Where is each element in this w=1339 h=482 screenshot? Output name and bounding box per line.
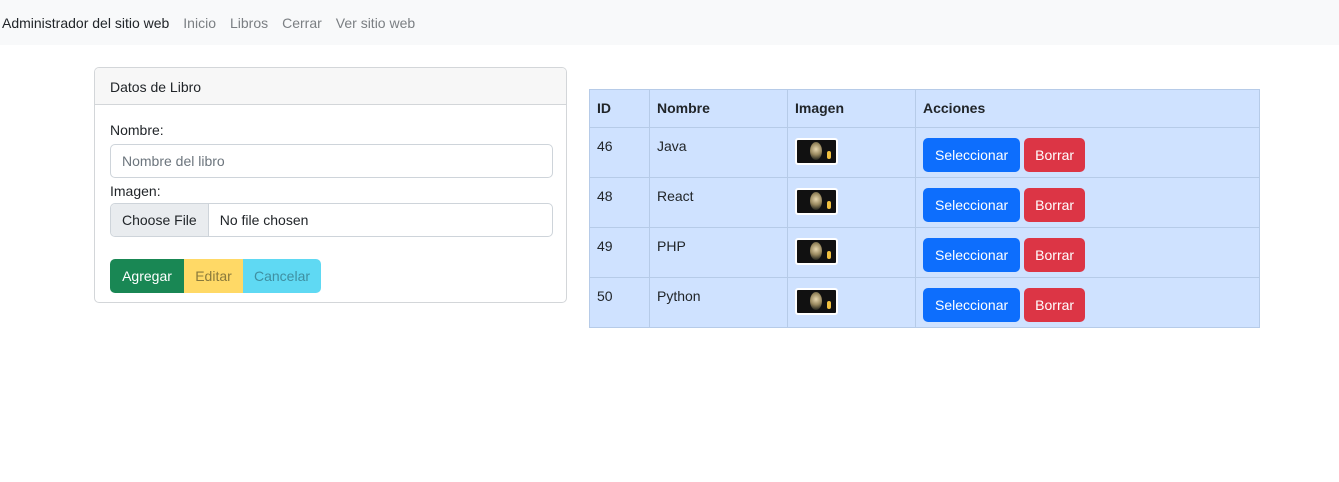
nombre-input[interactable]: [110, 144, 553, 178]
file-status-text: No file chosen: [219, 212, 309, 228]
header-acciones: Acciones: [915, 89, 1260, 128]
imagen-file-input[interactable]: Choose File No file chosen: [110, 203, 553, 237]
navbar-brand[interactable]: Administrador del sitio web: [2, 15, 169, 31]
cell-id: 46: [589, 127, 650, 178]
nav-link-inicio[interactable]: Inicio: [183, 15, 216, 31]
choose-file-button[interactable]: Choose File: [111, 204, 209, 236]
book-thumbnail: [795, 188, 838, 215]
navbar: Administrador del sitio web Inicio Libro…: [0, 0, 1339, 45]
imagen-label: Imagen:: [110, 183, 161, 199]
book-thumbnail: [795, 238, 838, 265]
book-form-card: Datos de Libro Nombre: Imagen: Choose Fi…: [94, 67, 567, 303]
nav-link-cerrar[interactable]: Cerrar: [282, 15, 322, 31]
seleccionar-button[interactable]: Seleccionar: [923, 288, 1021, 322]
cell-nombre: React: [649, 177, 788, 228]
books-table: ID Nombre Imagen Acciones 46 Java Selecc…: [589, 89, 1260, 328]
borrar-button[interactable]: Borrar: [1024, 288, 1086, 322]
cell-acciones: Seleccionar Borrar: [915, 177, 1260, 228]
card-body: Nombre: Imagen: Choose File No file chos…: [95, 122, 566, 293]
header-id: ID: [589, 89, 650, 128]
seleccionar-button[interactable]: Seleccionar: [923, 238, 1021, 272]
borrar-button[interactable]: Borrar: [1024, 138, 1086, 172]
nav-link-libros[interactable]: Libros: [230, 15, 268, 31]
editar-button[interactable]: Editar: [184, 259, 243, 293]
cell-acciones: Seleccionar Borrar: [915, 227, 1260, 278]
cell-acciones: Seleccionar Borrar: [915, 277, 1260, 328]
borrar-button[interactable]: Borrar: [1024, 238, 1086, 272]
cell-acciones: Seleccionar Borrar: [915, 127, 1260, 178]
agregar-button[interactable]: Agregar: [110, 259, 184, 293]
borrar-button[interactable]: Borrar: [1024, 188, 1086, 222]
cell-id: 50: [589, 277, 650, 328]
header-imagen: Imagen: [787, 89, 916, 128]
cell-imagen: [787, 177, 916, 228]
table-row: 46 Java Seleccionar Borrar: [589, 127, 1260, 178]
cell-nombre: Java: [649, 127, 788, 178]
table-row: 49 PHP Seleccionar Borrar: [589, 227, 1260, 278]
cell-nombre: PHP: [649, 227, 788, 278]
cancelar-button[interactable]: Cancelar: [243, 259, 321, 293]
nombre-label: Nombre:: [110, 122, 164, 138]
cell-imagen: [787, 127, 916, 178]
table-row: 50 Python Seleccionar Borrar: [589, 277, 1260, 328]
book-thumbnail: [795, 288, 838, 315]
cell-imagen: [787, 227, 916, 278]
book-thumbnail: [795, 138, 838, 165]
cell-id: 49: [589, 227, 650, 278]
cell-id: 48: [589, 177, 650, 228]
nav-link-ver-sitio-web[interactable]: Ver sitio web: [336, 15, 415, 31]
header-nombre: Nombre: [649, 89, 788, 128]
table-row: 48 React Seleccionar Borrar: [589, 177, 1260, 228]
seleccionar-button[interactable]: Seleccionar: [923, 188, 1021, 222]
table-header-row: ID Nombre Imagen Acciones: [589, 89, 1260, 128]
cell-nombre: Python: [649, 277, 788, 328]
cell-imagen: [787, 277, 916, 328]
card-header: Datos de Libro: [95, 68, 566, 105]
seleccionar-button[interactable]: Seleccionar: [923, 138, 1021, 172]
form-button-group: Agregar Editar Cancelar: [110, 259, 551, 293]
